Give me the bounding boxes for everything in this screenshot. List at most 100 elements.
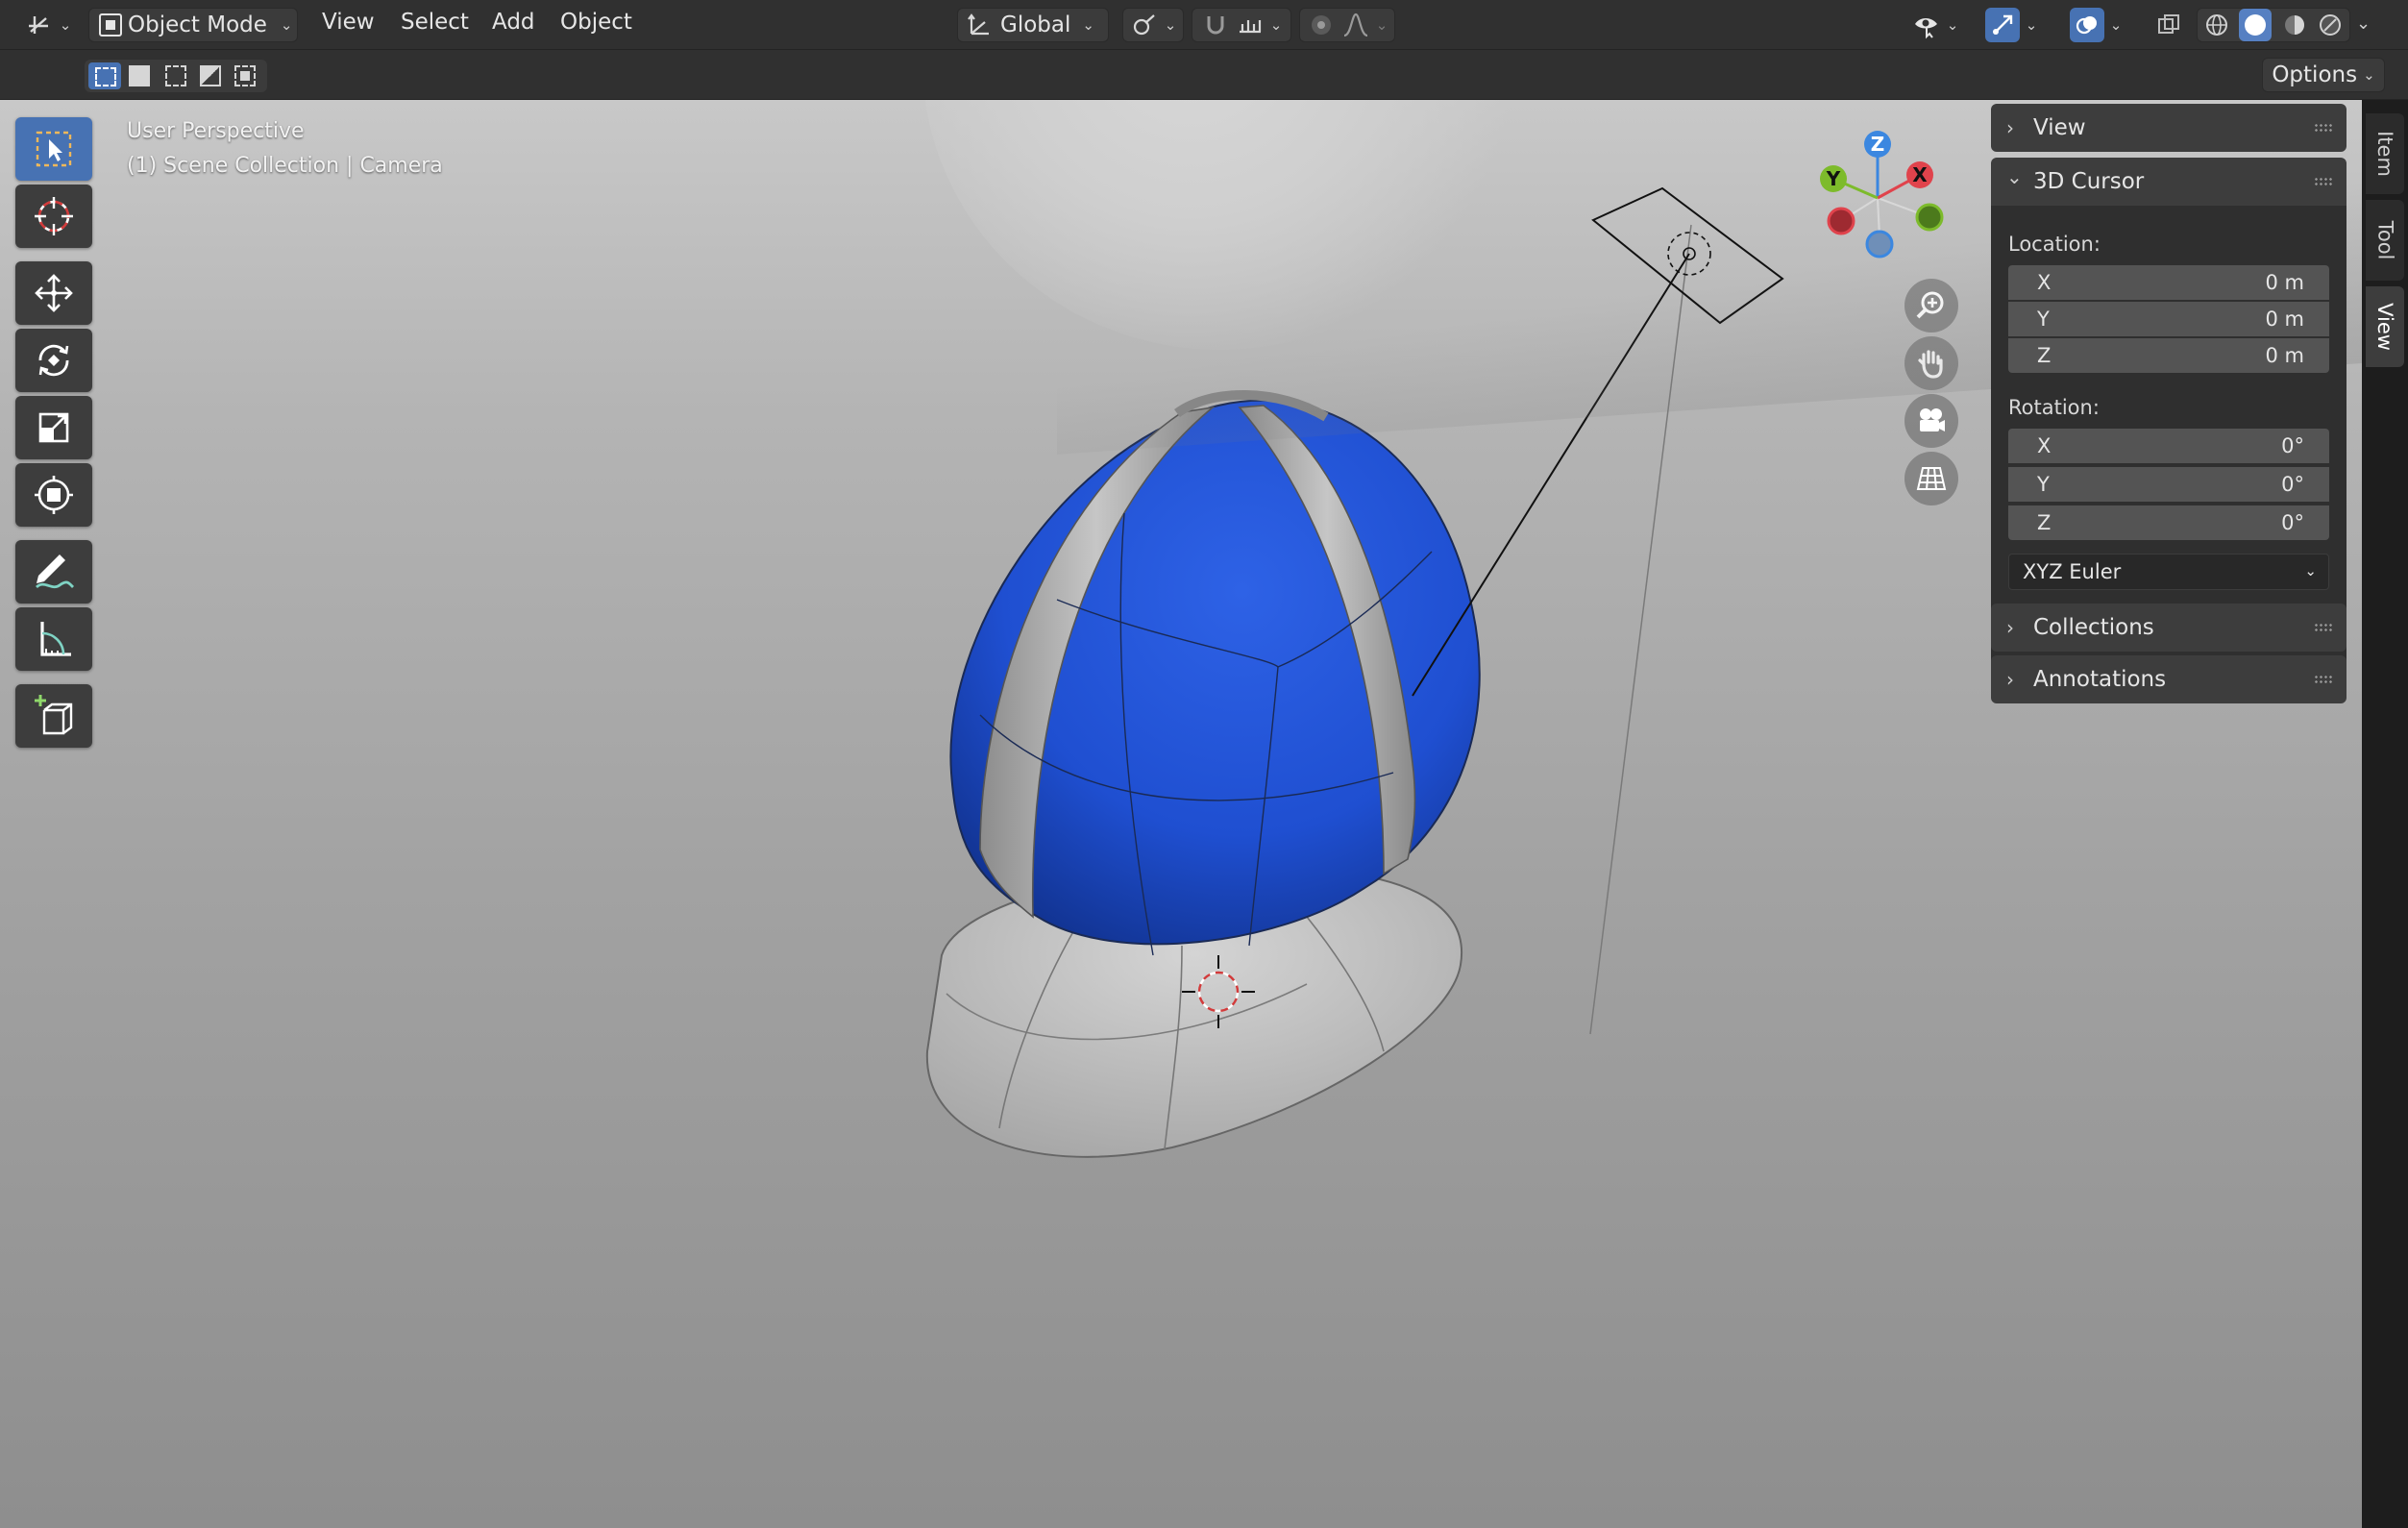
sidebar-tabs: Item Tool View xyxy=(2362,100,2408,1528)
select-invert-icon[interactable] xyxy=(200,65,221,86)
panel-annotations-header[interactable]: › Annotations xyxy=(1991,655,2347,703)
chevron-down-icon: ⌄ xyxy=(1164,16,1177,34)
rotate-icon xyxy=(38,344,69,377)
chevron-down-icon: ⌄ xyxy=(280,16,293,34)
drag-grip-icon[interactable] xyxy=(2314,675,2333,684)
scale-tool[interactable] xyxy=(15,396,92,459)
gizmo-toggle[interactable]: ⌄ xyxy=(1978,8,2045,42)
rotation-mode-value: XYZ Euler xyxy=(2023,560,2122,583)
orientation-axes-icon xyxy=(968,13,989,36)
select-extend-icon[interactable] xyxy=(129,65,150,86)
location-y-axis: Y xyxy=(2037,308,2050,331)
snap-toggle[interactable]: ⌄ xyxy=(1192,8,1291,42)
panel-collections-header[interactable]: › Collections xyxy=(1991,604,2347,652)
overlays-toggle[interactable]: ⌄ xyxy=(2062,8,2129,42)
camera-icon xyxy=(1920,408,1945,431)
material-shading-icon[interactable] xyxy=(2281,12,2308,38)
cursor-icon xyxy=(35,197,73,235)
tab-tool-label: Tool xyxy=(2373,220,2397,260)
pivot-point-icon xyxy=(1133,14,1155,36)
select-box-tool[interactable] xyxy=(15,117,92,181)
menu-select[interactable]: Select xyxy=(401,10,469,35)
location-label: Location: xyxy=(2008,233,2101,256)
drag-grip-icon[interactable] xyxy=(2314,623,2333,632)
transform-orientation-select[interactable]: Global ⌄ xyxy=(957,8,1109,42)
location-z-value: 0 m xyxy=(2265,344,2305,367)
proportional-editing-icon xyxy=(1311,15,1331,35)
grid-perspective-icon xyxy=(1916,467,1947,490)
rendered-shading-icon[interactable] xyxy=(2317,12,2344,38)
mode-label: Object Mode xyxy=(128,12,267,37)
chevron-down-icon: ⌄ xyxy=(2006,165,2023,188)
rotation-z-axis: Z xyxy=(2037,511,2052,534)
select-box-icon xyxy=(36,131,72,167)
rotation-x-axis: X xyxy=(2037,434,2052,457)
viewport-header: ⌄ Object Mode ⌄ View Select Add Object G… xyxy=(0,0,2408,50)
mode-select[interactable]: Object Mode ⌄ xyxy=(88,8,298,42)
options-button[interactable]: Options ⌄ xyxy=(2262,58,2385,92)
proportional-editing-toggle[interactable]: ⌄ xyxy=(1299,8,1395,42)
chevron-down-icon: ⌄ xyxy=(2109,16,2123,34)
rotation-z-field[interactable]: Z 0° xyxy=(2008,505,2329,540)
drag-grip-icon[interactable] xyxy=(2314,177,2333,186)
panel-3d-cursor-header[interactable]: ⌄ 3D Cursor xyxy=(1991,158,2347,206)
tab-item-label: Item xyxy=(2373,131,2396,177)
zoom-view-button[interactable] xyxy=(1904,279,1958,333)
rotation-x-field[interactable]: X 0° xyxy=(2008,429,2329,463)
annotate-tool[interactable] xyxy=(15,540,92,604)
tab-view-label: View xyxy=(2373,303,2396,351)
tab-view[interactable]: View xyxy=(2366,286,2404,367)
location-z-field[interactable]: Z 0 m xyxy=(2008,338,2329,373)
axis-navigation-gizmo[interactable]: Z X Y xyxy=(1806,121,1960,275)
gizmo-icon xyxy=(1984,8,2020,42)
select-intersect-icon[interactable] xyxy=(234,65,256,86)
orientation-label: Global xyxy=(1000,12,1071,37)
chevron-down-icon: ⌄ xyxy=(2025,16,2038,34)
editor-type-button[interactable]: ⌄ xyxy=(21,8,75,42)
solid-shading-icon[interactable] xyxy=(2239,9,2273,41)
rotation-y-field[interactable]: Y 0° xyxy=(2008,467,2329,502)
panel-view-header[interactable]: › View xyxy=(1991,104,2347,152)
transform-tool[interactable] xyxy=(15,463,92,527)
transform-icon xyxy=(35,476,73,514)
panel-annotations-title: Annotations xyxy=(2033,667,2167,692)
editor-type-icon xyxy=(28,16,48,34)
camera-view-button[interactable] xyxy=(1904,394,1958,448)
rotation-mode-select[interactable]: XYZ Euler ⌄ xyxy=(2008,554,2329,590)
menu-add[interactable]: Add xyxy=(492,10,535,35)
object-visibility-button[interactable]: ⌄ xyxy=(1904,8,1966,42)
location-x-field[interactable]: X 0 m xyxy=(2008,265,2329,300)
magnet-icon xyxy=(1207,16,1224,35)
gizmo-z-label: Z xyxy=(1871,133,1885,156)
location-x-value: 0 m xyxy=(2265,271,2305,294)
wireframe-shading-icon[interactable] xyxy=(2203,12,2230,38)
shading-mode-group xyxy=(2197,8,2350,42)
zoom-icon xyxy=(1916,291,1944,319)
move-tool[interactable] xyxy=(15,261,92,325)
add-cube-tool[interactable] xyxy=(15,684,92,748)
snap-increment-icon xyxy=(1239,20,1261,34)
rotate-tool[interactable] xyxy=(15,329,92,392)
select-new-icon[interactable] xyxy=(88,62,121,89)
select-subtract-icon[interactable] xyxy=(165,65,186,86)
selection-mode-group xyxy=(85,60,267,92)
eye-pointer-icon xyxy=(1914,18,1937,39)
shading-options-chevron-icon[interactable]: ⌄ xyxy=(2356,13,2371,34)
drag-grip-icon[interactable] xyxy=(2314,123,2333,133)
location-y-field[interactable]: Y 0 m xyxy=(2008,302,2329,336)
pan-view-button[interactable] xyxy=(1904,336,1958,390)
measure-tool[interactable] xyxy=(15,607,92,671)
options-label: Options xyxy=(2272,62,2358,87)
tab-item[interactable]: Item xyxy=(2366,113,2404,194)
menu-object[interactable]: Object xyxy=(560,10,632,35)
xray-toggle[interactable] xyxy=(2150,8,2187,42)
tab-tool[interactable]: Tool xyxy=(2366,200,2404,281)
tool-settings-bar: Options ⌄ xyxy=(0,50,2408,100)
add-cube-icon xyxy=(35,695,73,735)
menu-view[interactable]: View xyxy=(322,10,375,35)
rotation-y-value: 0° xyxy=(2281,473,2304,496)
cursor-tool[interactable] xyxy=(15,185,92,248)
perspective-toggle-button[interactable] xyxy=(1904,452,1958,505)
pivot-point-select[interactable]: ⌄ xyxy=(1122,8,1184,42)
location-y-value: 0 m xyxy=(2265,308,2305,331)
